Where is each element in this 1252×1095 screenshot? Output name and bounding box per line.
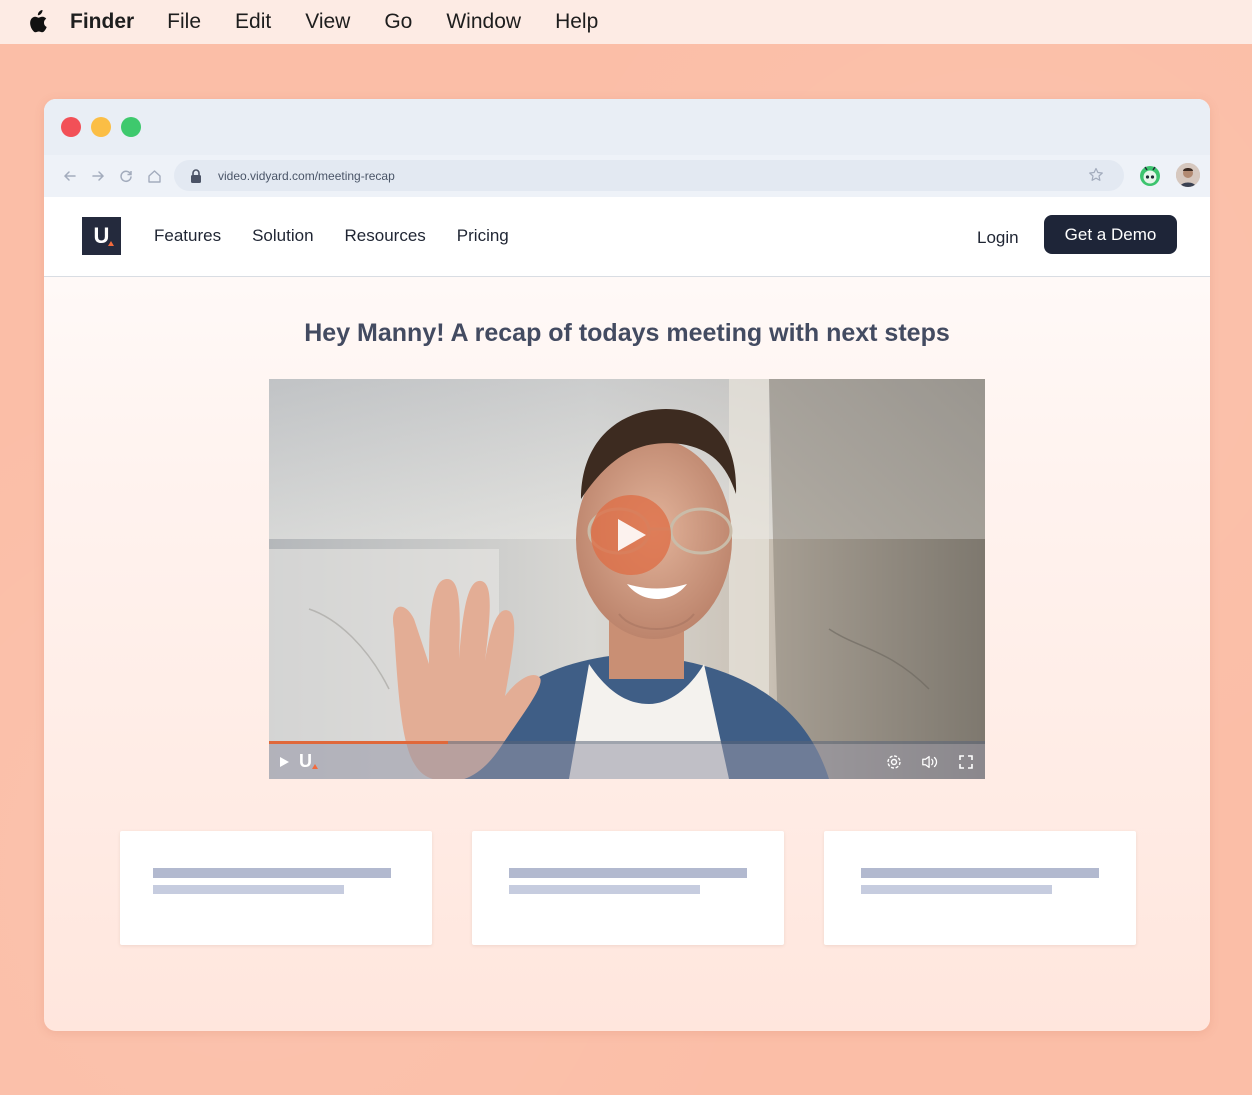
skeleton-line — [861, 868, 1099, 878]
forward-arrow-icon[interactable] — [90, 168, 106, 184]
site-navbar: U Features Solution Resources Pricing Lo… — [44, 197, 1210, 277]
extension-robot-icon[interactable] — [1138, 163, 1162, 187]
site-logo[interactable]: U — [82, 217, 121, 255]
control-play-icon[interactable] — [279, 756, 291, 768]
nav-resources[interactable]: Resources — [345, 226, 426, 246]
browser-window: video.vidyard.com/meeting-recap U Featur… — [44, 99, 1210, 1031]
nav-features[interactable]: Features — [154, 226, 221, 246]
reload-icon[interactable] — [118, 168, 134, 184]
skeleton-line — [153, 868, 391, 878]
placeholder-card[interactable] — [472, 831, 784, 945]
card-row — [120, 831, 1176, 945]
menu-file[interactable]: File — [167, 10, 201, 34]
profile-avatar[interactable] — [1176, 163, 1200, 187]
mac-menubar: Finder File Edit View Go Window Help — [0, 0, 1252, 44]
menu-window[interactable]: Window — [446, 10, 521, 34]
placeholder-card[interactable] — [824, 831, 1136, 945]
login-link[interactable]: Login — [977, 228, 1019, 248]
zoom-button[interactable] — [121, 117, 141, 137]
apple-icon[interactable] — [26, 10, 48, 34]
play-button[interactable] — [591, 495, 671, 575]
address-bar[interactable]: video.vidyard.com/meeting-recap — [174, 160, 1124, 191]
nav-pricing[interactable]: Pricing — [457, 226, 509, 246]
menu-finder[interactable]: Finder — [70, 10, 134, 34]
controls-right — [867, 753, 975, 771]
skeleton-line — [509, 885, 700, 894]
fullscreen-icon[interactable] — [957, 753, 975, 771]
bookmark-star-icon[interactable] — [1088, 167, 1104, 183]
play-icon — [618, 519, 646, 551]
browser-toolbar: video.vidyard.com/meeting-recap — [44, 155, 1210, 197]
video-controls: U — [269, 744, 985, 779]
menu-edit[interactable]: Edit — [235, 10, 271, 34]
video-thumbnail — [269, 379, 985, 779]
skeleton-line — [861, 885, 1052, 894]
minimize-button[interactable] — [91, 117, 111, 137]
url-text: video.vidyard.com/meeting-recap — [218, 168, 395, 183]
volume-icon[interactable] — [921, 753, 939, 771]
get-a-demo-button[interactable]: Get a Demo — [1044, 215, 1177, 254]
logo-accent-icon — [108, 241, 114, 246]
nav-solution[interactable]: Solution — [252, 226, 313, 246]
menu-help[interactable]: Help — [555, 10, 598, 34]
back-arrow-icon[interactable] — [62, 168, 78, 184]
skeleton-line — [509, 868, 747, 878]
lock-icon — [190, 168, 204, 183]
menu-view[interactable]: View — [305, 10, 350, 34]
player-logo-letter: U — [299, 751, 312, 771]
close-button[interactable] — [61, 117, 81, 137]
nav-links: Features Solution Resources Pricing — [154, 226, 540, 246]
home-icon[interactable] — [146, 168, 162, 184]
menu-go[interactable]: Go — [384, 10, 412, 34]
skeleton-line — [153, 885, 344, 894]
video-player[interactable]: U — [269, 379, 985, 779]
placeholder-card[interactable] — [120, 831, 432, 945]
page-headline: Hey Manny! A recap of todays meeting wit… — [304, 319, 950, 347]
settings-gear-icon[interactable] — [885, 753, 903, 771]
player-logo: U — [299, 751, 318, 772]
window-titlebar — [44, 99, 1210, 155]
player-logo-accent-icon — [312, 764, 318, 769]
